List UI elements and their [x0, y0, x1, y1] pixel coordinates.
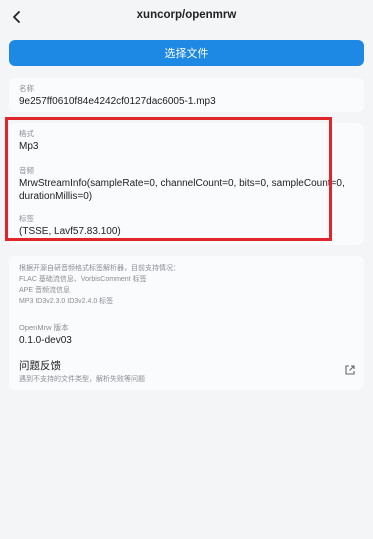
name-value: 9e257ff0610f84e4242cf0127dac6005-1.mp3 [19, 96, 216, 107]
page-title: xuncorp/openmrw [136, 9, 237, 21]
feedback-row[interactable]: 问题反馈 遇到不支持的文件类型，解析失败等问题 [19, 358, 356, 384]
file-name-card: 名称 9e257ff0610f84e4242cf0127dac6005-1.mp… [9, 78, 364, 112]
support-line: FLAC 基础流信息、VorbisComment 标签 [19, 276, 147, 283]
format-value: Mp3 [19, 141, 39, 152]
format-label: 格式 [19, 129, 34, 138]
open-external-icon[interactable] [344, 364, 356, 376]
version-value: 0.1.0-dev03 [19, 335, 72, 346]
tags-label: 标签 [19, 214, 34, 223]
metadata-card: 格式 Mp3 音频 MrwStreamInfo(sampleRate=0, ch… [9, 123, 364, 245]
select-file-button[interactable]: 选择文件 [9, 40, 364, 66]
name-label: 名称 [19, 84, 34, 93]
support-line: MP3 ID3v2.3.0 ID3v2.4.0 标签 [19, 298, 114, 305]
audio-label: 音频 [19, 166, 34, 175]
support-line: APE 音频流信息 [19, 287, 70, 294]
version-label: OpenMrw 版本 [19, 323, 69, 332]
top-app-bar: xuncorp/openmrw [0, 0, 373, 36]
tags-value: (TSSE, Lavf57.83.100) [19, 226, 121, 237]
feedback-title: 问题反馈 [19, 360, 61, 372]
feedback-subtitle: 遇到不支持的文件类型，解析失败等问题 [19, 376, 145, 383]
audio-value: MrwStreamInfo(sampleRate=0, channelCount… [19, 178, 345, 202]
about-card: 根据开源自研音频格式标签解析器，目前支持情况： FLAC 基础流信息、Vorbi… [9, 256, 364, 390]
support-line: 根据开源自研音频格式标签解析器，目前支持情况： [19, 265, 180, 272]
